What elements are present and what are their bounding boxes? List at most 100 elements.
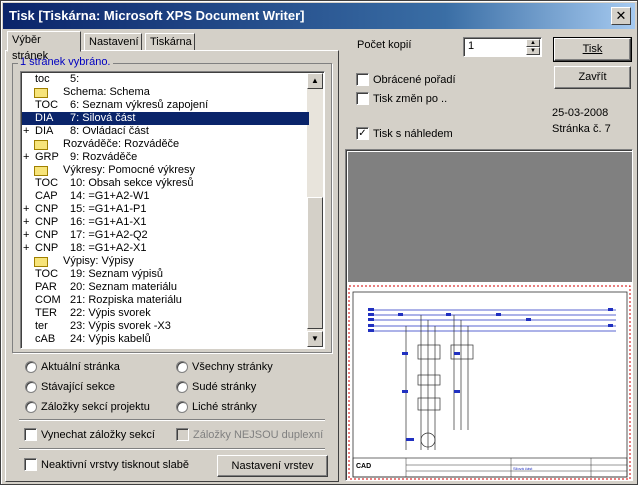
checkbox-label: Záložky NEJSOU duplexní bbox=[193, 429, 324, 441]
folder-icon bbox=[34, 257, 48, 267]
page-row[interactable]: + CNP 16: =G1+A1-X1 bbox=[22, 216, 309, 229]
checkbox-label: Neaktivní vrstvy tisknout slabě bbox=[41, 459, 189, 471]
page-row[interactable]: + GRP 9: Rozváděče bbox=[22, 151, 309, 164]
radio-label: Všechny stránky bbox=[192, 361, 273, 373]
date-text: 25-03-2008 bbox=[552, 107, 609, 119]
checkbox-icon bbox=[176, 428, 189, 441]
page-row[interactable]: + CNP 17: =G1+A2-Q2 bbox=[22, 229, 309, 242]
separator bbox=[19, 419, 325, 421]
folder-icon bbox=[34, 166, 48, 176]
page-row[interactable]: toc 5: bbox=[22, 73, 309, 86]
page-row[interactable]: TOC 10: Obsah sekce výkresů bbox=[22, 177, 309, 190]
radio-icon bbox=[176, 401, 188, 413]
tab-printer[interactable]: Tiskárna bbox=[145, 33, 195, 51]
page-type-code: CAP bbox=[35, 190, 58, 202]
page-row[interactable]: PAR 20: Seznam materiálu bbox=[22, 281, 309, 294]
checkbox-label: Tisk změn po .. bbox=[373, 93, 448, 105]
checkmark-icon: ✓ bbox=[356, 127, 369, 140]
layer-settings-button[interactable]: Nastavení vrstev bbox=[217, 455, 328, 477]
section-folder-row[interactable]: Schema: Schema bbox=[22, 86, 309, 99]
radio-icon bbox=[25, 401, 37, 413]
page-row[interactable]: cAB 24: Výpis kabelů bbox=[22, 333, 309, 346]
page-description: 6: Seznam výkresů zapojení bbox=[70, 99, 209, 111]
window-title: Tisk [Tiskárna: Microsoft XPS Document W… bbox=[9, 8, 305, 23]
expand-icon[interactable]: + bbox=[23, 125, 29, 138]
page-type-code: TOC bbox=[35, 268, 59, 280]
section-name: Rozváděče: Rozváděče bbox=[63, 138, 180, 150]
radio-icon bbox=[176, 361, 188, 373]
page-type-code: GRP bbox=[35, 151, 59, 163]
page-type-code: DIA bbox=[35, 112, 54, 124]
tab-page-selection[interactable]: Výběr stránek bbox=[7, 31, 81, 62]
checkbox-icon bbox=[24, 428, 37, 441]
scroll-down-icon[interactable]: ▼ bbox=[307, 331, 323, 347]
close-button[interactable]: Zavřít bbox=[554, 66, 631, 89]
page-description: 9: Rozváděče bbox=[70, 151, 138, 163]
page-row[interactable]: + CNP 15: =G1+A1-P1 bbox=[22, 203, 309, 216]
expand-icon[interactable]: + bbox=[23, 216, 29, 229]
scrollbar[interactable]: ▲ ▼ bbox=[307, 73, 323, 347]
copies-label: Počet kopií bbox=[357, 39, 412, 51]
page-description: 21: Rozpiska materiálu bbox=[70, 294, 182, 306]
folder-icon bbox=[34, 140, 48, 150]
page-row[interactable]: TOC 19: Seznam výpisů bbox=[22, 268, 309, 281]
radio-icon bbox=[25, 381, 37, 393]
section-folder-row[interactable]: Výkresy: Pomocné výkresy bbox=[22, 164, 309, 177]
print-button-label: Tisk bbox=[582, 43, 603, 55]
page-row[interactable]: TER 22: Výpis svorek bbox=[22, 307, 309, 320]
section-folder-row[interactable]: Rozváděče: Rozváděče bbox=[22, 138, 309, 151]
page-description: 18: =G1+A2-X1 bbox=[70, 242, 147, 254]
page-list[interactable]: ▲ ▼ toc 5: Schema: Schema TOC 6: Seznam výkr… bbox=[20, 71, 325, 349]
page-row[interactable]: COM 21: Rozpiska materiálu bbox=[22, 294, 309, 307]
tab-settings[interactable]: Nastavení bbox=[84, 33, 142, 51]
page-type-code: TOC bbox=[35, 99, 59, 111]
checkbox-icon bbox=[356, 73, 369, 86]
page-row[interactable]: ter 23: Výpis svorek -X3 bbox=[22, 320, 309, 333]
checkbox-label: Vynechat záložky sekcí bbox=[41, 429, 155, 441]
spin-up-icon[interactable]: ▲ bbox=[526, 39, 540, 47]
spin-down-icon[interactable]: ▼ bbox=[526, 47, 540, 55]
section-folder-row[interactable]: Výpisy: Výpisy bbox=[22, 255, 309, 268]
radio-label: Záložky sekcí projektu bbox=[41, 401, 150, 413]
page-row[interactable]: CAP 14: =G1+A2-W1 bbox=[22, 190, 309, 203]
page-row[interactable]: + CNP 18: =G1+A2-X1 bbox=[22, 242, 309, 255]
page-description: 16: =G1+A1-X1 bbox=[70, 216, 147, 228]
page-type-code: ter bbox=[35, 320, 48, 332]
page-description: 24: Výpis kabelů bbox=[70, 333, 151, 345]
page-type-code: CNP bbox=[35, 242, 59, 254]
page-description: 8: Ovládací část bbox=[70, 125, 149, 137]
print-button[interactable]: Tisk bbox=[553, 37, 632, 62]
page-type-code: COM bbox=[35, 294, 61, 306]
page-type-code: TER bbox=[35, 307, 57, 319]
page-description: 7: Silová část bbox=[70, 112, 136, 124]
title-bar: Tisk [Tiskárna: Microsoft XPS Document W… bbox=[3, 3, 635, 29]
expand-icon[interactable]: + bbox=[23, 229, 29, 242]
radio-label: Sudé stránky bbox=[192, 381, 257, 393]
page-type-code: cAB bbox=[35, 333, 56, 345]
print-dialog: Tisk [Tiskárna: Microsoft XPS Document W… bbox=[0, 0, 638, 485]
title-cell: Silová část bbox=[513, 466, 533, 471]
separator bbox=[19, 448, 325, 450]
close-icon[interactable]: ✕ bbox=[611, 7, 631, 25]
scroll-up-icon[interactable]: ▲ bbox=[307, 73, 323, 89]
expand-icon[interactable]: + bbox=[23, 242, 29, 255]
page-description: 23: Výpis svorek -X3 bbox=[70, 320, 171, 332]
page-row[interactable]: + DIA 8: Ovládací část bbox=[22, 125, 309, 138]
checkbox-icon bbox=[24, 458, 37, 471]
radio-icon bbox=[25, 361, 37, 373]
page-row[interactable]: TOC 6: Seznam výkresů zapojení bbox=[22, 99, 309, 112]
section-name: Schema: Schema bbox=[63, 86, 150, 98]
page-description: 19: Seznam výpisů bbox=[70, 268, 163, 280]
copies-stepper[interactable]: 1 ▲ ▼ bbox=[463, 37, 542, 57]
checkbox-label: Tisk s náhledem bbox=[373, 128, 453, 140]
page-row[interactable]: DIA 7: Silová část bbox=[22, 112, 309, 125]
expand-icon[interactable]: + bbox=[23, 203, 29, 216]
expand-icon[interactable]: + bbox=[23, 151, 29, 164]
page-number-text: Stránka č. 7 bbox=[552, 123, 611, 135]
close-button-label: Zavřít bbox=[578, 71, 607, 83]
radio-label: Aktuální stránka bbox=[41, 361, 120, 373]
scroll-thumb[interactable] bbox=[307, 197, 323, 329]
page-description: 10: Obsah sekce výkresů bbox=[70, 177, 194, 189]
page-description: 15: =G1+A1-P1 bbox=[70, 203, 147, 215]
radio-icon bbox=[176, 381, 188, 393]
